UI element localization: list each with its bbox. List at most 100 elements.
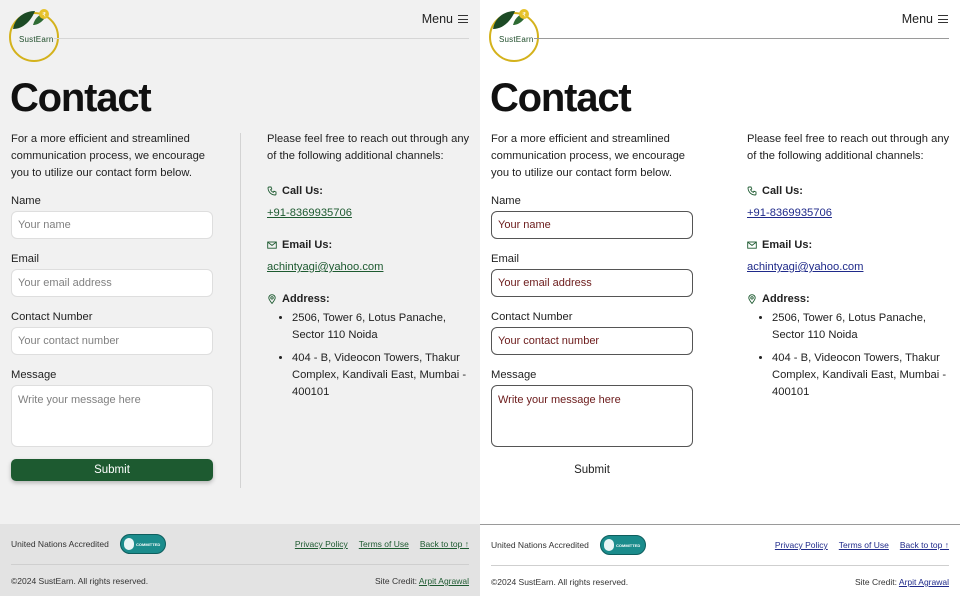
back-to-top-link[interactable]: Back to top ↑ <box>420 539 469 549</box>
un-committed-badge: COMMITTED <box>600 535 646 555</box>
terms-of-use-link[interactable]: Terms of Use <box>839 540 889 550</box>
un-accreditation-text: United Nations Accredited <box>491 540 589 550</box>
un-accreditation-text: United Nations Accredited <box>11 539 109 549</box>
address-heading-text: Address: <box>282 293 330 305</box>
contact-number-input[interactable]: Your contact number <box>11 327 213 355</box>
site-credit: Site Credit: Arpit Agrawal <box>375 576 469 586</box>
menu-label: Menu <box>421 12 453 26</box>
message-textarea[interactable]: Write your message here <box>11 385 213 447</box>
address-heading-text: Address: <box>762 293 810 305</box>
copyright: ©2024 SustEarn. All rights reserved. <box>11 576 149 586</box>
address-list: 2506, Tower 6, Lotus Panache, Sector 110… <box>747 310 953 401</box>
email-heading: Email Us: <box>267 239 473 251</box>
message-label: Message <box>11 369 57 381</box>
email-label: Email <box>491 253 519 265</box>
intro-text: For a more efficient and streamlined com… <box>11 133 206 179</box>
name-label: Name <box>491 195 521 207</box>
site-credit: Site Credit: Arpit Agrawal <box>855 577 949 587</box>
submit-button[interactable]: Submit <box>11 459 213 481</box>
call-heading-text: Call Us: <box>282 185 323 197</box>
contact-number-label: Contact Number <box>491 311 573 323</box>
site-credit-label: Site Credit: <box>854 577 897 587</box>
menu-button[interactable]: Menu <box>422 12 468 26</box>
privacy-policy-link[interactable]: Privacy Policy <box>775 540 828 550</box>
menu-label: Menu <box>901 12 933 26</box>
contact-form: Name Your name Email Your email address … <box>11 193 213 481</box>
column-divider <box>240 133 241 488</box>
email-label: Email <box>11 253 39 265</box>
phone-icon <box>267 186 277 196</box>
address-item: 404 - B, Videocon Towers, Thakur Complex… <box>772 350 953 401</box>
message-label: Message <box>491 369 537 381</box>
logo-text: SustEarn <box>19 35 54 44</box>
intro-text: For a more efficient and streamlined com… <box>491 133 686 179</box>
name-label: Name <box>11 195 41 207</box>
contact-channels: Please feel free to reach out through an… <box>267 131 473 407</box>
svg-text:₹: ₹ <box>42 12 46 19</box>
footer: United Nations Accredited COMMITTED Priv… <box>0 524 480 596</box>
name-input[interactable]: Your name <box>11 211 213 239</box>
panel-unstyled: ₹ SustEarn Menu Contact For a more effic… <box>480 0 960 596</box>
logo[interactable]: ₹ SustEarn <box>489 7 543 63</box>
contact-number-input[interactable]: Your contact number <box>491 327 693 355</box>
logo-text: SustEarn <box>499 35 534 44</box>
email-heading-text: Email Us: <box>282 239 333 251</box>
site-credit-link[interactable]: Arpit Agrawal <box>419 576 469 586</box>
footer-links: Privacy Policy Terms of Use Back to top … <box>775 540 949 550</box>
badge-text: COMMITTED <box>616 542 641 548</box>
mail-icon <box>747 241 757 249</box>
phone-link[interactable]: +91-8369935706 <box>267 207 473 219</box>
badge-drop-icon <box>604 539 614 551</box>
page-title: Contact <box>490 76 632 120</box>
location-pin-icon <box>748 294 756 304</box>
header-divider <box>54 38 469 39</box>
menu-icon <box>938 15 948 23</box>
email-link[interactable]: achintyagi@yahoo.com <box>267 261 473 273</box>
name-input[interactable]: Your name <box>491 211 693 239</box>
menu-icon <box>458 15 468 23</box>
menu-button[interactable]: Menu <box>902 12 948 26</box>
mail-icon <box>267 241 277 249</box>
svg-text:₹: ₹ <box>522 12 526 19</box>
phone-icon <box>747 186 757 196</box>
badge-drop-icon <box>124 538 134 550</box>
back-to-top-link[interactable]: Back to top ↑ <box>900 540 949 550</box>
location-pin-icon <box>268 294 276 304</box>
footer-links: Privacy Policy Terms of Use Back to top … <box>295 539 469 549</box>
call-heading: Call Us: <box>267 185 473 197</box>
submit-button[interactable]: Submit <box>491 459 693 481</box>
email-input[interactable]: Your email address <box>491 269 693 297</box>
page-title: Contact <box>10 76 152 120</box>
un-committed-badge: COMMITTED <box>120 534 166 554</box>
badge-text: COMMITTED <box>136 541 161 547</box>
phone-link[interactable]: +91-8369935706 <box>747 207 953 219</box>
call-heading-text: Call Us: <box>762 185 803 197</box>
channels-lead: Please feel free to reach out through an… <box>267 133 470 162</box>
contact-number-label: Contact Number <box>11 311 93 323</box>
message-textarea[interactable]: Write your message here <box>491 385 693 447</box>
copyright: ©2024 SustEarn. All rights reserved. <box>491 577 629 587</box>
address-heading: Address: <box>267 293 473 305</box>
privacy-policy-link[interactable]: Privacy Policy <box>295 539 348 549</box>
address-list: 2506, Tower 6, Lotus Panache, Sector 110… <box>267 310 473 401</box>
address-item: 2506, Tower 6, Lotus Panache, Sector 110… <box>292 310 473 344</box>
address-item: 404 - B, Videocon Towers, Thakur Complex… <box>292 350 473 401</box>
header-divider <box>534 38 949 39</box>
footer-divider <box>11 564 469 565</box>
logo[interactable]: ₹ SustEarn <box>9 7 63 63</box>
email-heading-text: Email Us: <box>762 239 813 251</box>
email-link[interactable]: achintyagi@yahoo.com <box>747 261 953 273</box>
footer: United Nations Accredited COMMITTED Priv… <box>480 524 960 596</box>
panel-styled: ₹ SustEarn Menu Contact For a more effic… <box>0 0 480 596</box>
address-item: 2506, Tower 6, Lotus Panache, Sector 110… <box>772 310 953 344</box>
site-credit-label: Site Credit: <box>374 576 417 586</box>
contact-form: Name Your name Email Your email address … <box>491 193 693 481</box>
site-credit-link[interactable]: Arpit Agrawal <box>899 577 949 587</box>
channels-lead: Please feel free to reach out through an… <box>747 133 950 162</box>
address-heading: Address: <box>747 293 953 305</box>
contact-channels: Please feel free to reach out through an… <box>747 131 953 407</box>
email-input[interactable]: Your email address <box>11 269 213 297</box>
terms-of-use-link[interactable]: Terms of Use <box>359 539 409 549</box>
email-heading: Email Us: <box>747 239 953 251</box>
footer-divider <box>491 565 949 566</box>
